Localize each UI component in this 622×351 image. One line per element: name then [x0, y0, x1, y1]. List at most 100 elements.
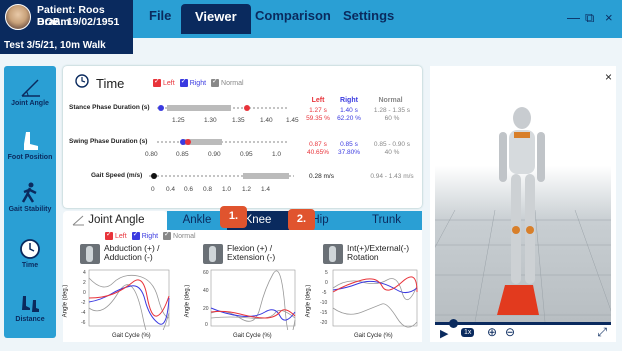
foot-icon	[24, 132, 38, 150]
tab-trunk[interactable]: Trunk	[351, 211, 422, 231]
tick: 40	[203, 288, 209, 294]
menu-file[interactable]: File	[149, 8, 171, 23]
value: 40 %	[384, 149, 400, 156]
graph-title: Abduction (+) / Adduction (-)	[104, 243, 160, 262]
column-normal: Normal	[378, 97, 403, 104]
tick: -6	[81, 320, 86, 326]
tick: 1.40	[260, 117, 273, 124]
y-axis-label: Angle (deg.)	[62, 284, 69, 318]
tick: 60	[203, 270, 209, 276]
test-label: Test 3/5/21, 10m Walk	[4, 40, 106, 51]
value: 60 %	[384, 115, 400, 122]
tick: 0.6	[184, 186, 194, 193]
playback-scrubber[interactable]	[448, 319, 458, 328]
menu-settings[interactable]: Settings	[343, 8, 394, 23]
minimize-button[interactable]: —	[567, 10, 580, 25]
abduction-chart	[88, 269, 170, 330]
joint-graphs-panel: Left Right Normal Abduction (+) /Adducti…	[62, 230, 422, 342]
fullscreen-icon[interactable]: ⤢	[597, 325, 607, 340]
tab-ankle[interactable]: Ankle	[167, 211, 227, 231]
zoom-in-icon[interactable]: ⊕	[487, 325, 497, 339]
graph-title: Flexion (+) / Extension (-)	[227, 243, 276, 262]
tick: 0.8	[203, 186, 213, 193]
playback-controls: ▶ 1x ⊕ ⊖ ⤢	[435, 319, 611, 340]
time-legend: Left Right Normal	[153, 77, 244, 87]
play-icon[interactable]: ▶	[440, 327, 448, 340]
rotation-chart	[332, 269, 418, 328]
tick: 20	[203, 306, 209, 312]
footsteps-icon	[22, 296, 39, 312]
legend-left[interactable]: Left	[153, 77, 175, 87]
menu-viewer[interactable]: Viewer	[181, 4, 251, 34]
tab-joint-angle[interactable]: Joint Angle	[63, 211, 167, 231]
annotation-badge-1: 1.	[220, 206, 247, 228]
sidebar-item-joint-angle[interactable]: Joint Angle	[4, 76, 56, 107]
legend-right[interactable]: Right	[179, 77, 206, 87]
tick: -2	[81, 300, 86, 306]
zoom-out-icon[interactable]: ⊖	[505, 325, 515, 339]
swing-chart	[157, 139, 287, 145]
sidebar-item-distance[interactable]: Distance	[4, 292, 56, 323]
value: 40.65%	[306, 149, 330, 156]
speed-marker	[151, 173, 157, 179]
normal-range-bar	[167, 105, 231, 111]
tab-label: Joint Angle	[88, 214, 145, 227]
tick: 5	[325, 270, 328, 276]
avatar-figure	[394, 107, 616, 323]
speed-button[interactable]: 1x	[461, 328, 475, 337]
sidebar-item-time[interactable]: Time	[4, 238, 56, 269]
value: 1.28 - 1.35 s	[373, 107, 411, 114]
tick: 0.80	[145, 151, 158, 158]
normal-range-bar	[243, 173, 289, 179]
value: 62.20 %	[337, 115, 361, 122]
restore-button[interactable]: ⧉	[585, 10, 594, 26]
stance-label: Stance Phase Duration (s)	[69, 104, 150, 111]
angle-icon	[72, 215, 84, 226]
close-button[interactable]: ×	[605, 10, 613, 25]
tick: 0	[83, 290, 86, 296]
sidebar-item-label: Gait Stability	[8, 206, 52, 213]
x-axis-label: Gait Cycle (%)	[233, 333, 272, 339]
x-axis-label: Gait Cycle (%)	[354, 333, 393, 339]
tick: 0	[205, 322, 208, 328]
legend-normal[interactable]: Normal	[163, 230, 196, 240]
value: 0.85 s	[340, 141, 358, 148]
flexion-chart	[210, 269, 296, 330]
tick: 1.35	[232, 117, 245, 124]
value: 37.80%	[337, 149, 361, 156]
tick: 2	[83, 280, 86, 286]
x-axis-label: Gait Cycle (%)	[112, 333, 151, 339]
tick: 0.85	[176, 151, 189, 158]
right-line	[332, 280, 418, 294]
annotation-badge-2: 2.	[288, 209, 315, 231]
sidebar-item-label: Joint Angle	[11, 100, 49, 107]
tick: -5	[322, 290, 327, 296]
avatar-viewer: × ▶ 1x ⊕ ⊖ ⤢	[394, 66, 616, 342]
tick: -4	[81, 310, 86, 316]
gait-speed-label: Gait Speed (m/s)	[91, 172, 143, 179]
sidebar-item-label: Distance	[15, 316, 45, 323]
checkbox-icon	[131, 230, 140, 240]
tick: 1.30	[204, 117, 217, 124]
3d-scene[interactable]	[394, 70, 616, 323]
time-panel: Time Left Right Normal Left Right Normal…	[63, 66, 422, 208]
column-right: Right	[340, 97, 358, 104]
column-left: Left	[311, 97, 325, 104]
knee-flexion-icon	[203, 244, 223, 264]
playback-track[interactable]	[435, 322, 611, 325]
value: 0.85 - 0.90 s	[373, 141, 411, 148]
sidebar-item-label: Foot Position	[7, 154, 53, 161]
viewer-close-button[interactable]: ×	[605, 70, 612, 84]
legend-left[interactable]: Left	[105, 230, 127, 240]
checkbox-icon	[211, 77, 220, 87]
right-line	[88, 285, 170, 325]
right-marker	[158, 105, 164, 111]
sidebar-item-gait-stability[interactable]: Gait Stability	[4, 182, 56, 213]
legend-right[interactable]: Right	[131, 230, 158, 240]
value: 0.94 - 1.43 m/s	[370, 173, 414, 180]
legend-normal[interactable]: Normal	[211, 77, 244, 87]
sidebar-item-foot-position[interactable]: Foot Position	[4, 130, 56, 161]
menu-comparison[interactable]: Comparison	[255, 8, 331, 23]
left-line	[88, 279, 170, 317]
checkbox-icon	[179, 77, 188, 87]
